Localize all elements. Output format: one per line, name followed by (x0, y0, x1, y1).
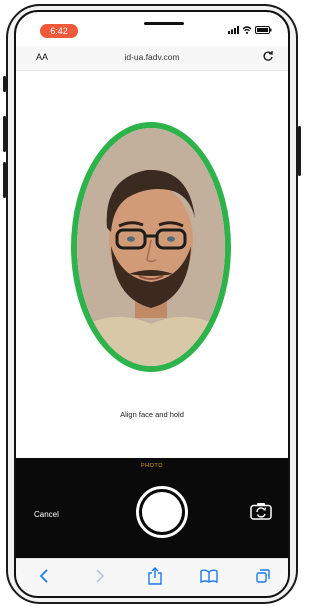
phone-screen: 6:42 AA id-ua.fadv.com Align face and ho… (14, 10, 290, 598)
address-bar[interactable]: AA id-ua.fadv.com (16, 46, 288, 71)
camera-mode-label[interactable]: PHOTO (16, 463, 288, 469)
camera-controls: PHOTO Cancel (16, 458, 288, 558)
camera-preview (77, 128, 225, 366)
mute-switch (3, 76, 6, 92)
volume-down-button (3, 162, 6, 198)
reload-icon[interactable] (262, 50, 274, 62)
signal-icon (228, 26, 239, 34)
shutter-button[interactable] (136, 486, 188, 538)
capture-instruction: Align face and hold (120, 410, 184, 419)
notch-indicator (144, 22, 184, 25)
switch-camera-icon[interactable] (250, 502, 272, 520)
battery-icon (255, 26, 272, 34)
status-time: 6:42 (40, 24, 78, 38)
tabs-icon[interactable] (256, 569, 270, 583)
face-guide-oval (71, 122, 231, 372)
cancel-button[interactable]: Cancel (34, 510, 59, 519)
status-bar: 6:42 (16, 12, 288, 46)
volume-up-button (3, 116, 6, 152)
bookmarks-icon[interactable] (200, 569, 218, 583)
power-button (298, 126, 301, 176)
share-icon[interactable] (148, 567, 162, 585)
browser-toolbar (16, 558, 288, 596)
forward-icon[interactable] (94, 569, 106, 583)
status-icons (228, 26, 272, 34)
wifi-icon (242, 26, 252, 34)
url-text[interactable]: id-ua.fadv.com (16, 52, 288, 62)
shutter-button-inner[interactable] (142, 492, 182, 532)
back-icon[interactable] (38, 569, 50, 583)
